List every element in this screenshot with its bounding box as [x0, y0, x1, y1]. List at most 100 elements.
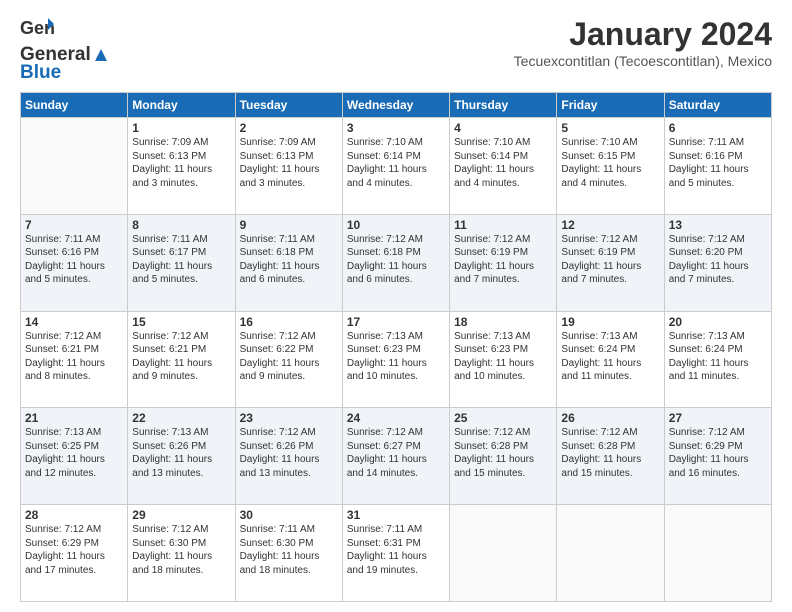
day-number: 7 [25, 218, 123, 232]
day-info: Sunrise: 7:12 AMSunset: 6:19 PMDaylight:… [561, 233, 659, 287]
day-info: Sunrise: 7:12 AMSunset: 6:28 PMDaylight:… [454, 426, 552, 480]
calendar-header-wednesday: Wednesday [342, 93, 449, 118]
calendar-cell: 20Sunrise: 7:13 AMSunset: 6:24 PMDayligh… [664, 311, 771, 408]
day-number: 1 [132, 121, 230, 135]
day-info: Sunrise: 7:12 AMSunset: 6:20 PMDaylight:… [669, 233, 767, 287]
calendar-cell: 1Sunrise: 7:09 AMSunset: 6:13 PMDaylight… [128, 118, 235, 215]
calendar-cell: 23Sunrise: 7:12 AMSunset: 6:26 PMDayligh… [235, 408, 342, 505]
day-number: 20 [669, 315, 767, 329]
day-info: Sunrise: 7:10 AMSunset: 6:15 PMDaylight:… [561, 136, 659, 190]
day-info: Sunrise: 7:11 AMSunset: 6:16 PMDaylight:… [669, 136, 767, 190]
day-info: Sunrise: 7:11 AMSunset: 6:30 PMDaylight:… [240, 523, 338, 577]
page: General General Blue January 2024 Tecuex… [0, 0, 792, 612]
day-info: Sunrise: 7:11 AMSunset: 6:17 PMDaylight:… [132, 233, 230, 287]
day-number: 13 [669, 218, 767, 232]
day-number: 24 [347, 411, 445, 425]
calendar-cell: 25Sunrise: 7:12 AMSunset: 6:28 PMDayligh… [450, 408, 557, 505]
day-number: 26 [561, 411, 659, 425]
day-info: Sunrise: 7:12 AMSunset: 6:19 PMDaylight:… [454, 233, 552, 287]
day-number: 9 [240, 218, 338, 232]
logo-icon: General [20, 16, 54, 44]
day-number: 18 [454, 315, 552, 329]
day-number: 19 [561, 315, 659, 329]
calendar-header-saturday: Saturday [664, 93, 771, 118]
day-info: Sunrise: 7:09 AMSunset: 6:13 PMDaylight:… [240, 136, 338, 190]
calendar-header-thursday: Thursday [450, 93, 557, 118]
day-number: 12 [561, 218, 659, 232]
calendar-cell: 14Sunrise: 7:12 AMSunset: 6:21 PMDayligh… [21, 311, 128, 408]
day-number: 27 [669, 411, 767, 425]
day-info: Sunrise: 7:11 AMSunset: 6:18 PMDaylight:… [240, 233, 338, 287]
calendar-week-row: 1Sunrise: 7:09 AMSunset: 6:13 PMDaylight… [21, 118, 772, 215]
day-info: Sunrise: 7:09 AMSunset: 6:13 PMDaylight:… [132, 136, 230, 190]
day-number: 17 [347, 315, 445, 329]
calendar-title: January 2024 [514, 16, 772, 53]
day-number: 25 [454, 411, 552, 425]
calendar-cell [664, 505, 771, 602]
day-info: Sunrise: 7:12 AMSunset: 6:30 PMDaylight:… [132, 523, 230, 577]
day-info: Sunrise: 7:13 AMSunset: 6:25 PMDaylight:… [25, 426, 123, 480]
day-info: Sunrise: 7:12 AMSunset: 6:21 PMDaylight:… [132, 330, 230, 384]
calendar-cell: 31Sunrise: 7:11 AMSunset: 6:31 PMDayligh… [342, 505, 449, 602]
day-info: Sunrise: 7:12 AMSunset: 6:28 PMDaylight:… [561, 426, 659, 480]
calendar-cell: 18Sunrise: 7:13 AMSunset: 6:23 PMDayligh… [450, 311, 557, 408]
day-info: Sunrise: 7:13 AMSunset: 6:23 PMDaylight:… [454, 330, 552, 384]
day-info: Sunrise: 7:10 AMSunset: 6:14 PMDaylight:… [454, 136, 552, 190]
day-number: 31 [347, 508, 445, 522]
calendar-cell: 30Sunrise: 7:11 AMSunset: 6:30 PMDayligh… [235, 505, 342, 602]
day-info: Sunrise: 7:13 AMSunset: 6:26 PMDaylight:… [132, 426, 230, 480]
calendar-cell: 10Sunrise: 7:12 AMSunset: 6:18 PMDayligh… [342, 214, 449, 311]
day-info: Sunrise: 7:13 AMSunset: 6:24 PMDaylight:… [561, 330, 659, 384]
day-info: Sunrise: 7:12 AMSunset: 6:29 PMDaylight:… [25, 523, 123, 577]
title-block: January 2024 Tecuexcontitlan (Tecoescont… [514, 16, 772, 69]
calendar-cell: 19Sunrise: 7:13 AMSunset: 6:24 PMDayligh… [557, 311, 664, 408]
day-info: Sunrise: 7:13 AMSunset: 6:24 PMDaylight:… [669, 330, 767, 384]
calendar-cell: 13Sunrise: 7:12 AMSunset: 6:20 PMDayligh… [664, 214, 771, 311]
day-info: Sunrise: 7:11 AMSunset: 6:16 PMDaylight:… [25, 233, 123, 287]
calendar-cell: 24Sunrise: 7:12 AMSunset: 6:27 PMDayligh… [342, 408, 449, 505]
calendar-cell [450, 505, 557, 602]
calendar-location: Tecuexcontitlan (Tecoescontitlan), Mexic… [514, 53, 772, 69]
day-info: Sunrise: 7:12 AMSunset: 6:27 PMDaylight:… [347, 426, 445, 480]
calendar-cell: 8Sunrise: 7:11 AMSunset: 6:17 PMDaylight… [128, 214, 235, 311]
day-number: 4 [454, 121, 552, 135]
day-info: Sunrise: 7:11 AMSunset: 6:31 PMDaylight:… [347, 523, 445, 577]
day-number: 5 [561, 121, 659, 135]
logo-blue-text: Blue [20, 62, 61, 84]
day-number: 22 [132, 411, 230, 425]
calendar-week-row: 7Sunrise: 7:11 AMSunset: 6:16 PMDaylight… [21, 214, 772, 311]
calendar-cell: 2Sunrise: 7:09 AMSunset: 6:13 PMDaylight… [235, 118, 342, 215]
header: General General Blue January 2024 Tecuex… [20, 16, 772, 84]
logo: General General Blue [20, 16, 109, 84]
calendar-cell: 4Sunrise: 7:10 AMSunset: 6:14 PMDaylight… [450, 118, 557, 215]
day-number: 23 [240, 411, 338, 425]
calendar-cell: 9Sunrise: 7:11 AMSunset: 6:18 PMDaylight… [235, 214, 342, 311]
day-number: 2 [240, 121, 338, 135]
calendar-header-friday: Friday [557, 93, 664, 118]
calendar-cell: 29Sunrise: 7:12 AMSunset: 6:30 PMDayligh… [128, 505, 235, 602]
calendar-cell [557, 505, 664, 602]
day-info: Sunrise: 7:10 AMSunset: 6:14 PMDaylight:… [347, 136, 445, 190]
calendar-cell: 7Sunrise: 7:11 AMSunset: 6:16 PMDaylight… [21, 214, 128, 311]
calendar-cell: 27Sunrise: 7:12 AMSunset: 6:29 PMDayligh… [664, 408, 771, 505]
day-info: Sunrise: 7:12 AMSunset: 6:29 PMDaylight:… [669, 426, 767, 480]
calendar-cell: 15Sunrise: 7:12 AMSunset: 6:21 PMDayligh… [128, 311, 235, 408]
calendar-header-tuesday: Tuesday [235, 93, 342, 118]
day-info: Sunrise: 7:13 AMSunset: 6:23 PMDaylight:… [347, 330, 445, 384]
calendar-cell [21, 118, 128, 215]
calendar-week-row: 28Sunrise: 7:12 AMSunset: 6:29 PMDayligh… [21, 505, 772, 602]
day-number: 16 [240, 315, 338, 329]
calendar-cell: 12Sunrise: 7:12 AMSunset: 6:19 PMDayligh… [557, 214, 664, 311]
day-number: 11 [454, 218, 552, 232]
logo-triangle-icon [93, 47, 109, 63]
calendar-cell: 28Sunrise: 7:12 AMSunset: 6:29 PMDayligh… [21, 505, 128, 602]
day-number: 8 [132, 218, 230, 232]
calendar-header-sunday: Sunday [21, 93, 128, 118]
calendar-table: SundayMondayTuesdayWednesdayThursdayFrid… [20, 92, 772, 602]
calendar-cell: 3Sunrise: 7:10 AMSunset: 6:14 PMDaylight… [342, 118, 449, 215]
calendar-cell: 5Sunrise: 7:10 AMSunset: 6:15 PMDaylight… [557, 118, 664, 215]
calendar-cell: 11Sunrise: 7:12 AMSunset: 6:19 PMDayligh… [450, 214, 557, 311]
day-info: Sunrise: 7:12 AMSunset: 6:18 PMDaylight:… [347, 233, 445, 287]
day-info: Sunrise: 7:12 AMSunset: 6:21 PMDaylight:… [25, 330, 123, 384]
calendar-cell: 26Sunrise: 7:12 AMSunset: 6:28 PMDayligh… [557, 408, 664, 505]
